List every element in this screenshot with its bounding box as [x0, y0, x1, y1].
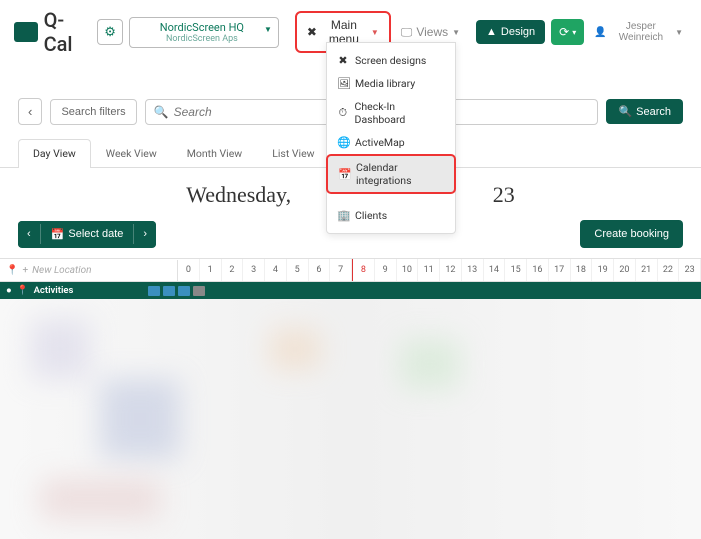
chevron-down-icon: ▼	[452, 28, 460, 37]
new-location-cell[interactable]: 📍 + New Location	[0, 260, 178, 281]
back-button[interactable]: ‹	[18, 98, 42, 125]
menu-item-media-library[interactable]: 🖼 Media library	[327, 72, 455, 95]
menu-item-checkin-dashboard[interactable]: ⏱ Check-In Dashboard	[327, 95, 455, 131]
wrench-icon: ✖	[337, 54, 349, 67]
views-label: Views	[416, 25, 448, 39]
hour-19: 19	[592, 259, 614, 281]
tab-week-view[interactable]: Week View	[91, 139, 172, 167]
refresh-icon: ⟳	[559, 25, 569, 39]
hour-20: 20	[614, 259, 636, 281]
building-icon: 🏢	[337, 209, 349, 222]
search-icon: 🔍	[618, 105, 632, 118]
hour-4: 4	[265, 259, 287, 281]
location-org: NordicScreen Aps	[144, 34, 260, 44]
hour-15: 15	[505, 259, 527, 281]
chevron-left-icon: ‹	[27, 228, 31, 240]
hour-12: 12	[440, 259, 462, 281]
calendar-icon: 📅	[338, 168, 350, 181]
hour-6: 6	[309, 259, 331, 281]
globe-icon: 🌐	[337, 136, 349, 149]
pin-icon: 📍	[17, 285, 29, 296]
pin-icon: 📍	[6, 265, 18, 276]
timeline-content-blurred	[0, 299, 701, 539]
hour-5: 5	[287, 259, 309, 281]
activities-bar[interactable]: ● 📍 Activities	[0, 282, 701, 299]
search-filters-button[interactable]: Search filters	[50, 99, 136, 125]
hour-9: 9	[375, 259, 397, 281]
prev-date-button[interactable]: ‹	[18, 221, 40, 247]
dot-icon: ●	[6, 285, 12, 296]
search-icon: 🔍	[154, 105, 169, 119]
view-toggle-icons	[148, 286, 205, 296]
sliders-icon: ⚙	[104, 24, 116, 39]
hours-row: 01234567891011121314151617181920212223	[178, 259, 701, 281]
tab-month-view[interactable]: Month View	[172, 139, 257, 167]
view-icon-2[interactable]	[163, 286, 175, 296]
settings-button[interactable]: ⚙	[97, 19, 123, 45]
user-menu-button[interactable]: 👤 Jesper Weinreich ▼	[590, 16, 687, 48]
menu-item-screen-designs[interactable]: ✖ Screen designs	[327, 49, 455, 72]
main-menu-dropdown: ✖ Screen designs 🖼 Media library ⏱ Check…	[326, 42, 456, 234]
view-icon-4[interactable]	[193, 286, 205, 296]
design-label: Design	[501, 26, 535, 38]
menu-item-calendar-integrations[interactable]: 📅 Calendar integrations	[326, 154, 456, 194]
dashboard-icon: ⏱	[337, 106, 349, 120]
chevron-right-icon: ›	[143, 228, 147, 240]
hour-1: 1	[200, 259, 222, 281]
search-button[interactable]: 🔍 Search	[606, 99, 683, 124]
menu-item-activemap[interactable]: 🌐 ActiveMap	[327, 131, 455, 154]
refresh-button[interactable]: ⟳ ▾	[551, 19, 584, 45]
image-icon: 🖼	[337, 77, 349, 90]
chevron-left-icon: ‹	[28, 104, 32, 119]
hour-13: 13	[462, 259, 484, 281]
hour-22: 22	[658, 259, 680, 281]
chevron-down-icon: ▼	[675, 28, 683, 37]
menu-item-clients[interactable]: 🏢 Clients	[327, 204, 455, 227]
activities-label: Activities	[34, 285, 74, 296]
hour-16: 16	[527, 259, 549, 281]
chevron-down-icon: ▼	[371, 28, 379, 37]
hour-17: 17	[549, 259, 571, 281]
brand-name: Q-Cal	[44, 8, 86, 56]
hour-14: 14	[484, 259, 506, 281]
tools-icon: ✖	[307, 25, 317, 39]
location-name: NordicScreen HQ	[144, 21, 260, 34]
hour-21: 21	[636, 259, 658, 281]
chevron-down-icon: ▾	[572, 28, 576, 37]
hour-8: 8	[352, 259, 375, 281]
hour-7: 7	[330, 259, 352, 281]
location-selector[interactable]: NordicScreen HQ NordicScreen Aps ▼	[129, 17, 279, 48]
hour-23: 23	[679, 259, 701, 281]
chevron-down-icon: ▼	[264, 25, 272, 34]
tab-day-view[interactable]: Day View	[18, 139, 91, 168]
plus-icon: +	[22, 265, 28, 276]
user-icon: 👤	[594, 27, 606, 38]
hour-2: 2	[222, 259, 244, 281]
design-button[interactable]: ▲ Design	[476, 20, 545, 44]
user-name: Jesper Weinreich	[611, 21, 671, 43]
hour-3: 3	[243, 259, 265, 281]
create-booking-button[interactable]: Create booking	[580, 220, 683, 248]
view-icon-3[interactable]	[178, 286, 190, 296]
hour-11: 11	[418, 259, 440, 281]
brand-logo	[14, 22, 38, 42]
views-button[interactable]: 🖵 Views ▼	[397, 20, 464, 45]
tab-list-view[interactable]: List View	[257, 139, 329, 167]
palette-icon: ▲	[486, 26, 497, 38]
hour-0: 0	[178, 259, 200, 281]
date-navigator: ‹ 📅 Select date ›	[18, 221, 156, 248]
timeline-header: 📍 + New Location 01234567891011121314151…	[0, 258, 701, 282]
view-icon-1[interactable]	[148, 286, 160, 296]
next-date-button[interactable]: ›	[134, 221, 156, 247]
hour-18: 18	[571, 259, 593, 281]
calendar-icon: 📅	[51, 228, 65, 241]
monitor-icon: 🖵	[401, 25, 413, 40]
select-date-button[interactable]: 📅 Select date	[41, 221, 134, 248]
hour-10: 10	[397, 259, 419, 281]
